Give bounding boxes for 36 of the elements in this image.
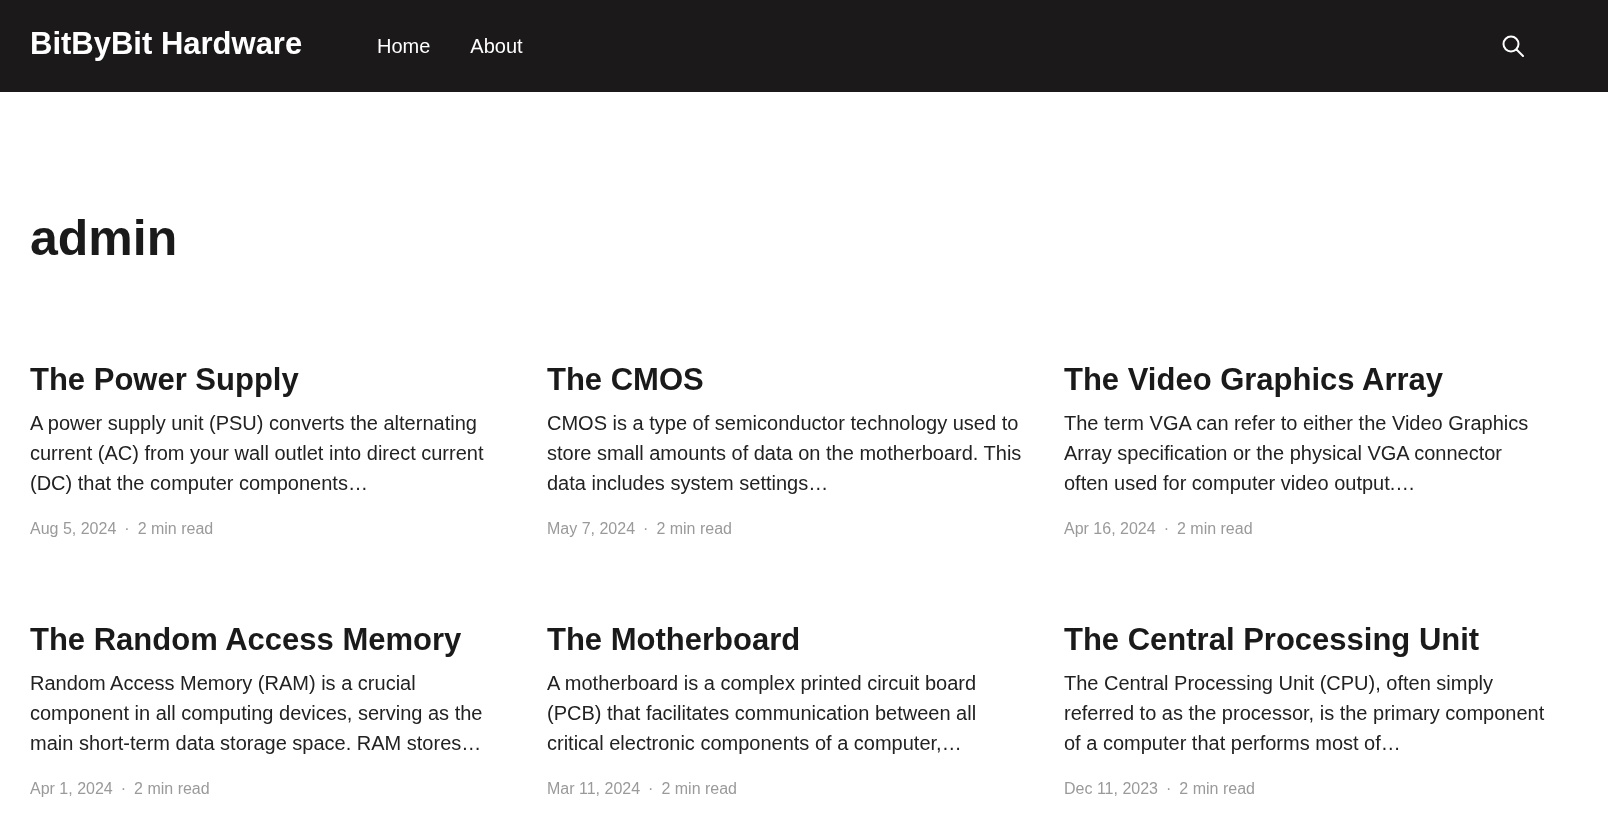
- post-date: Apr 16, 2024: [1064, 519, 1156, 539]
- post-title[interactable]: The Random Access Memory: [30, 620, 462, 660]
- meta-separator: ·: [120, 779, 127, 799]
- read-time: 2 min read: [656, 519, 732, 539]
- post-title[interactable]: The Central Processing Unit: [1064, 620, 1480, 660]
- page-title: admin: [30, 209, 178, 268]
- meta-separator: ·: [643, 519, 649, 539]
- read-time: 2 min read: [661, 779, 737, 799]
- read-time: 2 min read: [1179, 779, 1255, 799]
- post-date: Mar 11, 2024: [547, 779, 641, 799]
- post-date: May 7, 2024: [547, 519, 636, 539]
- site-logo[interactable]: BitByBit Hardware: [30, 26, 303, 62]
- read-time: 2 min read: [137, 519, 214, 539]
- nav-link[interactable]: Home: [377, 33, 431, 59]
- read-time: 2 min read: [134, 779, 210, 799]
- post-date: Dec 11, 2023: [1064, 779, 1158, 799]
- post-excerpt: A motherboard is a complex printed circuit board (PCB) that facilitates communication between all critical electronic components of a computer,…: [547, 671, 978, 756]
- meta-separator: ·: [1163, 519, 1169, 539]
- post-title[interactable]: The CMOS: [547, 360, 704, 400]
- post-title[interactable]: The Power Supply: [30, 360, 299, 400]
- meta-separator: ·: [1166, 779, 1172, 799]
- post-excerpt: A power supply unit (PSU) converts the alternating current (AC) from your wall outlet into direct current (DC) that the computer components…: [30, 411, 485, 496]
- post-excerpt: The term VGA can refer to either the Video Graphics Array specification or the physical VGA connector often used for computer video output.…: [1064, 411, 1530, 496]
- meta-separator: ·: [124, 519, 130, 539]
- post-excerpt: The Central Processing Unit (CPU), often simply referred to as the processor, is the primary component of a computer that performs most of…: [1064, 671, 1546, 756]
- post-date: Aug 5, 2024: [30, 519, 117, 539]
- meta-separator: ·: [648, 779, 654, 799]
- nav-link[interactable]: About: [470, 33, 523, 59]
- read-time: 2 min read: [1176, 519, 1253, 539]
- post-title[interactable]: The Video Graphics Array: [1064, 360, 1444, 400]
- search-icon: [1502, 35, 1524, 57]
- post-excerpt: CMOS is a type of semiconductor technology used to store small amounts of data on the motherboard. This data includes system settings…: [547, 411, 1023, 496]
- search-button[interactable]: [1502, 35, 1524, 57]
- post-excerpt: Random Access Memory (RAM) is a crucial component in all computing devices, serving as the main short-term data storage space. RAM stores…: [30, 671, 484, 756]
- post-title[interactable]: The Motherboard: [547, 620, 801, 660]
- post-date: Apr 1, 2024: [30, 779, 113, 799]
